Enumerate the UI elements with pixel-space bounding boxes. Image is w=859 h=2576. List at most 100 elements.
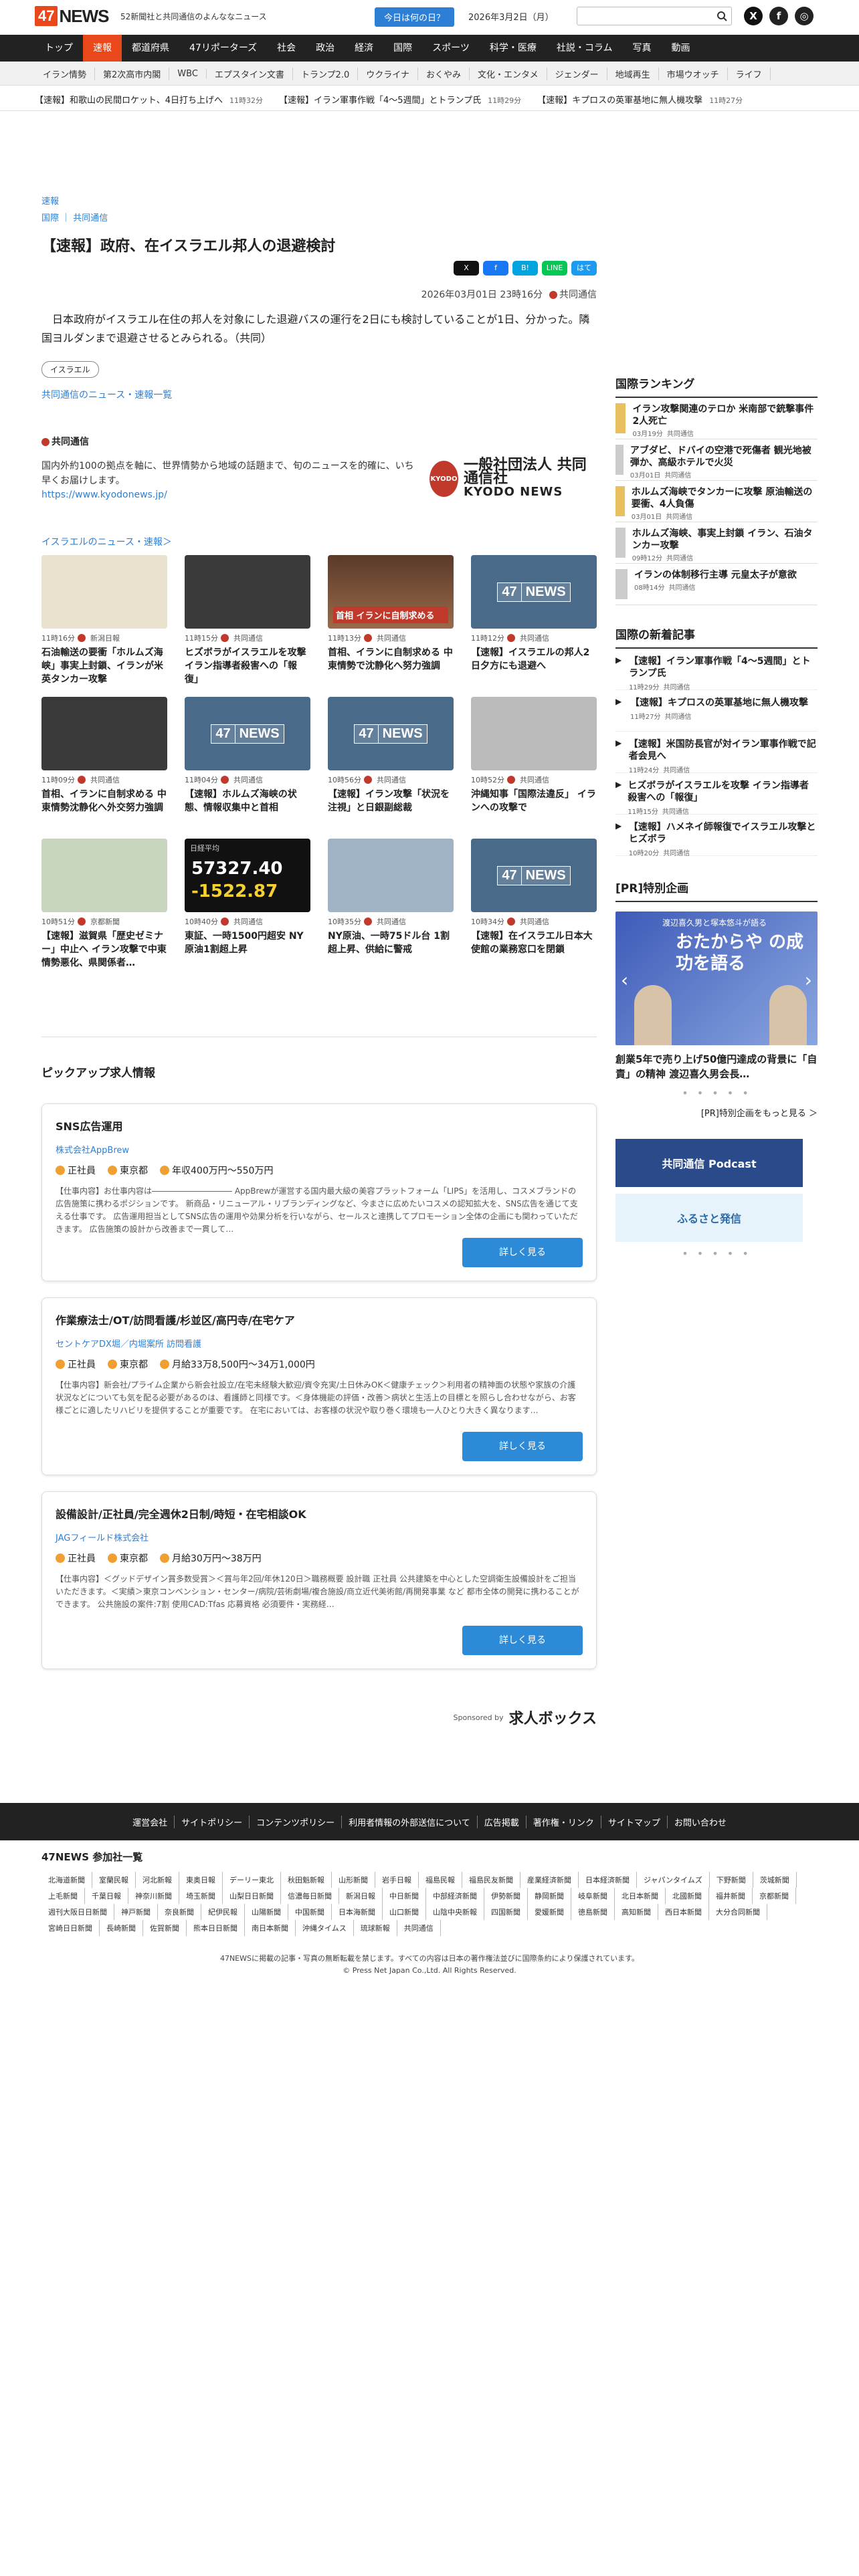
paper-link[interactable]: 大分合同新聞 — [709, 1904, 767, 1920]
related-card[interactable]: 首相 イランに自制求める 11時13分 共同通信 首相、イランに自制求める 中東情勢で… — [328, 555, 454, 686]
nav-item[interactable]: 経済 — [345, 35, 383, 62]
prev-arrow-icon[interactable]: ‹ — [621, 969, 628, 991]
ranking-item[interactable]: イラン攻撃関連のテロか 米南部で銃撃事件2人死亡 03月19分 共同通信 — [615, 398, 818, 439]
category-link[interactable]: 速報 — [41, 194, 597, 207]
paper-link[interactable]: 埼玉新聞 — [179, 1888, 223, 1904]
footer-link[interactable]: サイトマップ — [601, 1815, 668, 1828]
breadcrumb-kyodo[interactable]: 共同通信 — [73, 213, 108, 223]
topic-item[interactable]: エプスタイン文書 — [207, 67, 293, 80]
footer-link[interactable]: コンテンツポリシー — [250, 1815, 343, 1828]
paper-link[interactable]: 高知新聞 — [615, 1904, 658, 1920]
paper-link[interactable]: 産業経済新聞 — [520, 1872, 579, 1888]
paper-link[interactable]: 宮崎日日新聞 — [41, 1920, 100, 1936]
paper-link[interactable]: 千葉日報 — [85, 1888, 128, 1904]
podcast-banner[interactable]: 共同通信 Podcast — [615, 1139, 803, 1187]
paper-link[interactable]: 北海道新聞 — [41, 1872, 92, 1888]
paper-link[interactable]: 山形新聞 — [332, 1872, 375, 1888]
paper-link[interactable]: 中部経済新聞 — [426, 1888, 484, 1904]
share-hatena-button[interactable]: B! — [512, 261, 538, 276]
latest-item[interactable]: ▶ 【速報】キプロスの英軍基地に無人機攻撃 11時27分 共同通信 — [615, 690, 818, 732]
paper-link[interactable]: 佐賀新聞 — [143, 1920, 187, 1936]
ranking-item[interactable]: ホルムズ海峡、事実上封鎖 イラン、石油タンカー攻撃 09時12分 共同通信 — [615, 522, 818, 564]
share-line-button[interactable]: LINE — [542, 261, 567, 276]
latest-item[interactable]: ▶ 【速報】イラン軍事作戦「4～5週間」とトランプ氏 11時29分 共同通信 — [615, 649, 818, 691]
nav-item[interactable]: スポーツ — [422, 35, 480, 62]
paper-link[interactable]: 週刊大阪日日新聞 — [41, 1904, 114, 1920]
topic-item[interactable]: ジェンダー — [547, 67, 607, 80]
share-facebook-button[interactable]: f — [483, 261, 508, 276]
paper-link[interactable]: 北日本新聞 — [615, 1888, 666, 1904]
paper-link[interactable]: 山陰中央新報 — [426, 1904, 484, 1920]
next-arrow-icon[interactable]: › — [805, 969, 812, 991]
job-card[interactable]: 設備設計/正社員/完全週休2日制/時短・在宅相談OK JAGフィールド株式会社 正社… — [41, 1491, 597, 1669]
paper-link[interactable]: 新潟日報 — [339, 1888, 383, 1904]
job-card[interactable]: SNS広告運用 株式会社AppBrew 正社員 東京都 年収400万円～550万円 【仕事… — [41, 1103, 597, 1281]
paper-link[interactable]: 岐阜新聞 — [571, 1888, 615, 1904]
share-x-button[interactable]: X — [454, 261, 479, 276]
paper-link[interactable]: 山口新聞 — [383, 1904, 426, 1920]
footer-link[interactable]: 運営会社 — [126, 1815, 175, 1828]
topic-item[interactable]: WBC — [169, 68, 207, 79]
ranking-item[interactable]: ホルムズ海峡でタンカーに攻撃 原油輸送の要衝、4人負傷 03月01日 共同通信 — [615, 481, 818, 522]
nav-item[interactable]: 写真 — [622, 35, 661, 62]
footer-link[interactable]: サイトポリシー — [175, 1815, 250, 1828]
paper-link[interactable]: 共同通信 — [397, 1920, 441, 1936]
topic-item[interactable]: ライフ — [728, 67, 771, 80]
topic-item[interactable]: 文化・エンタメ — [470, 67, 547, 80]
nav-item[interactable]: 速報 — [83, 35, 122, 62]
ticker-item[interactable]: 【速報】和歌山の民間ロケット、4日打ち上げへ 11時32分 — [35, 93, 263, 106]
paper-link[interactable]: 京都新聞 — [753, 1888, 796, 1904]
topic-item[interactable]: 第2次高市内閣 — [95, 67, 170, 80]
job-details-button[interactable]: 詳しく見る — [462, 1238, 583, 1267]
paper-link[interactable]: 静岡新聞 — [528, 1888, 571, 1904]
related-card[interactable]: 47 NEWS 10時56分 共同通信 【速報】イラン攻撃「状況を注視」と日銀副総裁 — [328, 697, 454, 828]
nav-item[interactable]: 都道府県 — [122, 35, 179, 62]
paper-link[interactable]: 福島民報 — [419, 1872, 462, 1888]
nav-item[interactable]: 国際 — [383, 35, 422, 62]
related-card[interactable]: 47 NEWS 10時34分 共同通信 【速報】在イスラエル日本大使館の業務窓口を閉鎖 — [471, 839, 597, 970]
paper-link[interactable]: 河北新報 — [136, 1872, 179, 1888]
pr-more-link[interactable]: [PR]特別企画をもっと見る ＞ — [615, 1106, 818, 1119]
paper-link[interactable]: 四国新聞 — [484, 1904, 528, 1920]
paper-link[interactable]: 茨城新聞 — [753, 1872, 797, 1888]
carousel-dots[interactable]: • • • • • — [615, 1247, 818, 1260]
related-card[interactable]: 11時15分 共同通信 ヒズボラがイスラエルを攻撃 イラン指導者殺害への「報復」 — [185, 555, 310, 686]
sponsor[interactable]: Sponsored by 求人ボックス — [454, 1707, 597, 1728]
paper-link[interactable]: 南日本新聞 — [245, 1920, 296, 1936]
related-card[interactable]: 11時09分 共同通信 首相、イランに自制求める 中東情勢沈静化へ外交努力強調 — [41, 697, 167, 828]
nav-item[interactable]: 社会 — [267, 35, 306, 62]
paper-link[interactable]: 日本経済新聞 — [579, 1872, 637, 1888]
nav-item[interactable]: トップ — [35, 35, 83, 62]
ticker-item[interactable]: 【速報】イラン軍事作戦「4～5週間」とトランプ氏 11時29分 — [279, 93, 521, 106]
paper-link[interactable]: 福島民友新聞 — [462, 1872, 520, 1888]
job-title[interactable]: 設備設計/正社員/完全週休2日制/時短・在宅相談OK — [56, 1505, 583, 1521]
related-card[interactable]: 47 NEWS 11時12分 共同通信 【速報】イスラエルの邦人2日夕方にも退避へ — [471, 555, 597, 686]
paper-link[interactable]: 中国新聞 — [288, 1904, 332, 1920]
paper-link[interactable]: 伊勢新聞 — [484, 1888, 528, 1904]
carousel-dots[interactable]: • • • • • — [615, 1087, 818, 1099]
topic-item[interactable]: トランプ2.0 — [293, 67, 359, 80]
paper-link[interactable]: 日本海新聞 — [332, 1904, 383, 1920]
latest-item[interactable]: ▶ 【速報】ハメネイ師報復でイスラエル攻撃とヒズボラ 10時20分 共同通信 — [615, 815, 818, 857]
x-icon[interactable]: X — [744, 7, 763, 25]
nav-item[interactable]: 動画 — [661, 35, 700, 62]
ticker-item[interactable]: 【速報】キプロスの英軍基地に無人機攻撃 11時27分 — [537, 93, 743, 106]
search-input[interactable] — [577, 7, 732, 25]
topic-item[interactable]: おくやみ — [418, 67, 470, 80]
today-in-history-button[interactable]: 今日は何の日？ — [375, 7, 455, 27]
footer-link[interactable]: 利用者情報の外部送信について — [342, 1815, 478, 1828]
paper-link[interactable]: 徳島新聞 — [571, 1904, 615, 1920]
paper-link[interactable]: 長崎新聞 — [100, 1920, 143, 1936]
footer-link[interactable]: 広告掲載 — [478, 1815, 527, 1828]
paper-link[interactable]: 岩手日報 — [375, 1872, 419, 1888]
related-card[interactable]: 10時51分 京都新聞 【速報】滋賀県「歴史ゼミナー」中止へ イラン攻撃で中東情勢悪… — [41, 839, 167, 970]
related-card[interactable]: 10時52分 共同通信 沖縄知事「国際法違反」 イランへの攻撃で — [471, 697, 597, 828]
topic-item[interactable]: 市場ウオッチ — [659, 67, 728, 80]
paper-link[interactable]: 沖縄タイムス — [296, 1920, 354, 1936]
site-logo[interactable]: 47 NEWS — [35, 5, 109, 27]
related-card[interactable]: 10時35分 共同通信 NY原油、一時75ドル台 1割超上昇、供給に警戒 — [328, 839, 454, 970]
ranking-item[interactable]: イランの体制移行主導 元皇太子が意欲 08時14分 共同通信 — [615, 564, 818, 605]
paper-link[interactable]: 神奈川新聞 — [128, 1888, 179, 1904]
nav-item[interactable]: 社説・コラム — [547, 35, 623, 62]
nav-item[interactable]: 政治 — [306, 35, 345, 62]
